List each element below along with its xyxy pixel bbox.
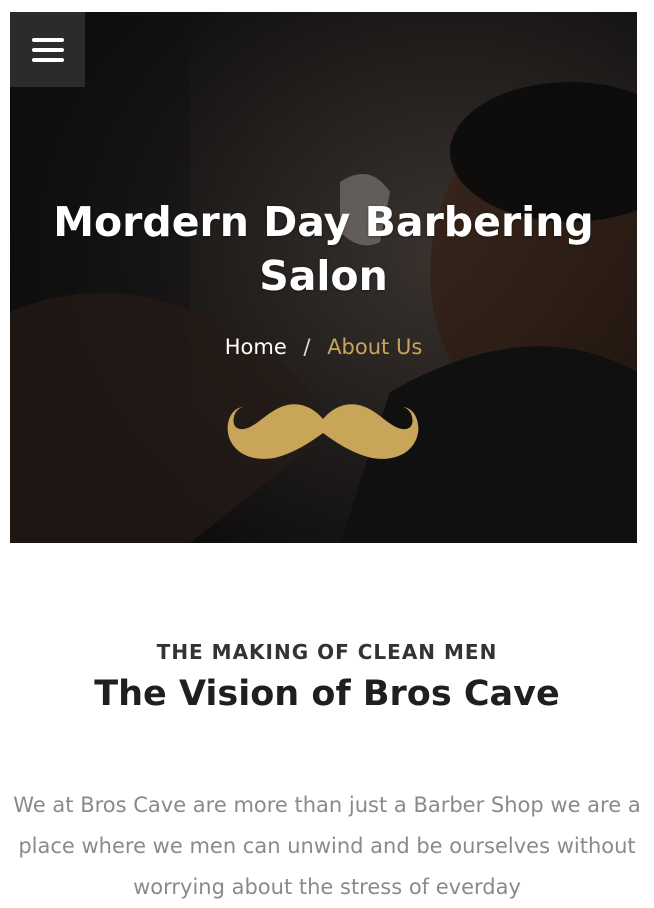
hamburger-menu-icon <box>31 32 64 68</box>
about-section: THE MAKING OF CLEAN MEN The Vision of Br… <box>0 640 654 714</box>
mustache-icon <box>227 404 419 459</box>
breadcrumb-current: About Us <box>327 335 423 359</box>
section-kicker: THE MAKING OF CLEAN MEN <box>156 640 498 664</box>
breadcrumb-separator: / <box>303 335 311 359</box>
breadcrumb: Home / About Us <box>10 335 637 359</box>
section-heading: The Vision of Bros Cave <box>94 674 560 714</box>
menu-button[interactable] <box>10 12 85 87</box>
hero-banner: Mordern Day Barbering Salon Home / About… <box>10 12 637 543</box>
page-title: Mordern Day Barbering Salon <box>53 198 594 300</box>
breadcrumb-home-link[interactable]: Home <box>225 335 287 359</box>
about-paragraph: We at Bros Cave are more than just a Bar… <box>13 793 641 899</box>
